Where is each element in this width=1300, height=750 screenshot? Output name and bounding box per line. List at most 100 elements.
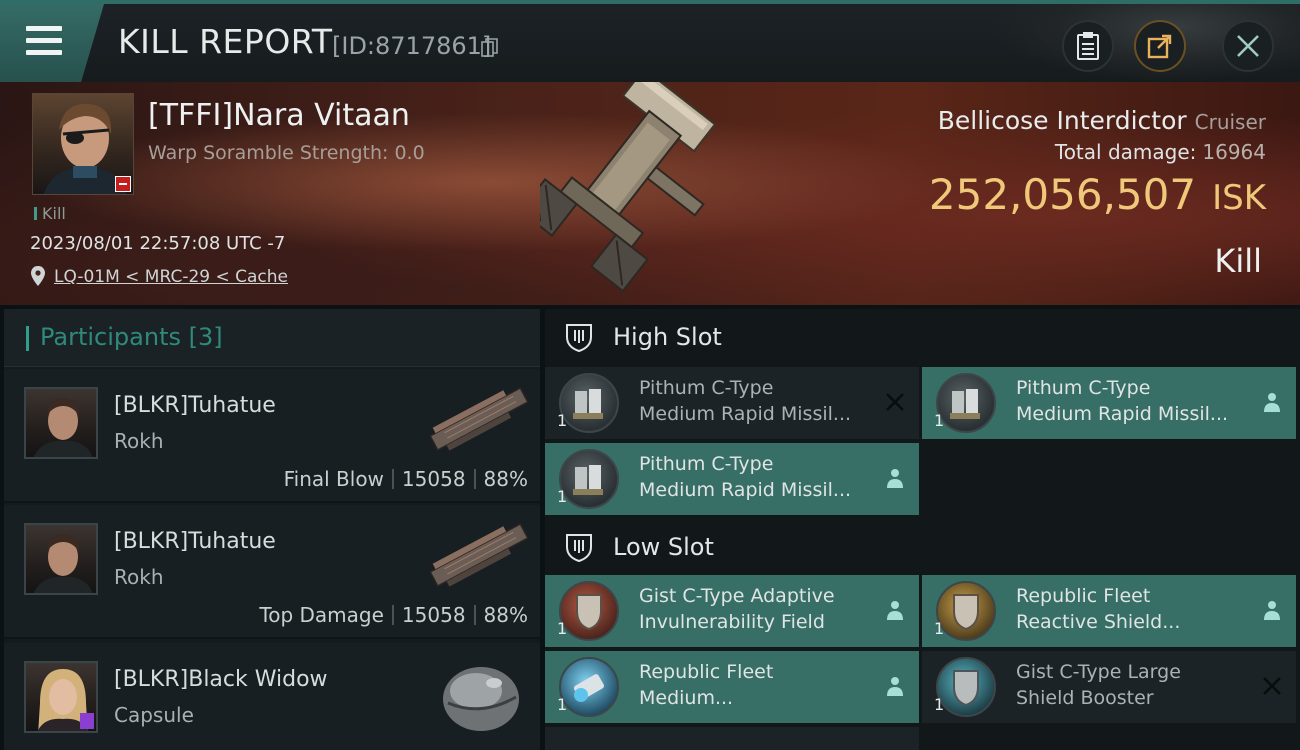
location-pin-icon [31,266,45,286]
participant-damage: 15058 [401,467,466,491]
victim-ship-name[interactable]: Bellicose Interdictor Cruiser [938,106,1266,135]
module-name: Republic Fleet Medium... [639,659,879,711]
module-card[interactable]: 1 Republic Fleet Medium... [545,651,919,723]
module-name-line1: Gist C-Type Adaptive [639,585,835,607]
share-external-icon [1147,34,1172,59]
module-name-line1: Republic Fleet [639,661,774,683]
menu-button[interactable] [0,4,104,82]
dropped-person-icon [1264,601,1280,620]
missile-launcher-icon [936,373,996,433]
module-card[interactable]: 1 Gist C-Type Large Shield Booster [922,651,1296,723]
participant-stats: Final Blow 15058 88% [284,467,528,491]
participant-name[interactable]: [BLKR]Tuhatue [114,393,276,418]
clipboard-button[interactable] [1062,20,1114,72]
close-button[interactable] [1222,20,1274,72]
isk-value: 252,056,507 ISK [929,170,1266,219]
copy-icon[interactable] [481,38,499,58]
module-name-line2: Medium Rapid Missil... [639,403,852,425]
module-card[interactable]: 1 Pithum C-Type Medium Rapid Missil... [545,443,919,515]
clipboard-icon [1077,32,1099,60]
participant-row[interactable]: [BLKR]Black Widow Capsule [4,643,540,750]
shield-module-icon [936,581,996,641]
shield-extender-icon [559,657,619,717]
participant-percent: 88% [483,603,528,627]
dropped-person-icon [1264,393,1280,412]
participant-row[interactable]: [BLKR]Tuhatue Rokh Top Damage 15058 88% [4,505,540,639]
victim-ship-image [540,82,717,293]
capsule-image [443,667,519,731]
participant-ship-image [429,522,529,588]
report-id: [ID:8717861] [332,32,492,60]
low-slot-icon [566,534,592,563]
participants-label: Participants [40,323,181,351]
participant-stats: Top Damage 15058 88% [259,603,528,627]
participant-name[interactable]: [BLKR]Tuhatue [114,529,276,554]
module-card[interactable]: 1 Pithum C-Type Medium Rapid Missil... [545,367,919,439]
shield-booster-icon [936,657,996,717]
participants-count: [3] [188,323,223,351]
module-name-line1: Republic Fleet [1016,585,1151,607]
module-name: Gist C-Type Adaptive Invulnerability Fie… [639,583,879,635]
warp-scramble-strength: Warp Soramble Strength: 0.0 [148,142,425,164]
participant-name[interactable]: [BLKR]Black Widow [114,667,328,692]
low-slot-header: Low Slot [545,519,1300,575]
dropped-person-icon [887,677,903,696]
stat-divider [473,605,476,625]
dropped-person-icon [887,601,903,620]
high-slot-header: High Slot [545,309,1300,365]
participant-ship-image [429,386,529,452]
fitting-panel: High Slot 1 Pithum C-Type Medium Rapid M… [545,309,1300,750]
module-name-line1: Pithum C-Type [639,453,774,475]
module-card-partial[interactable] [545,727,919,750]
victim-name[interactable]: [TFFI]Nara Vitaan [148,98,410,133]
module-quantity: 1 [934,619,945,638]
kill-type-label: Kill [1214,242,1262,280]
low-slot-label: Low Slot [613,533,714,561]
kill-tag: Kill [34,204,66,223]
share-button[interactable] [1134,20,1186,72]
high-slot-icon [566,324,592,353]
module-name: Pithum C-Type Medium Rapid Missil... [639,451,879,503]
kill-location-link[interactable]: LQ-01M < MRC-29 < Cache [54,267,288,287]
module-name: Pithum C-Type Medium Rapid Missil... [1016,375,1256,427]
participant-avatar[interactable] [24,523,98,595]
participant-avatar[interactable] [24,387,98,459]
participant-portrait [33,397,93,457]
module-quantity: 1 [557,411,568,430]
dropped-person-icon [887,469,903,488]
stat-divider [473,469,476,489]
module-card[interactable]: 1 Gist C-Type Adaptive Invulnerability F… [545,575,919,647]
module-name-line2: Reactive Shield... [1016,611,1181,633]
participant-role: Final Blow [283,467,384,491]
total-damage-value: 16964 [1202,140,1266,164]
module-quantity: 1 [557,695,568,714]
stat-divider [391,469,394,489]
module-name-line2: Medium... [639,687,734,709]
participants-header: Participants [3] [4,309,540,367]
kill-timestamp: 2023/08/01 22:57:08 UTC -7 [30,233,286,254]
page-title: KILL REPORT [118,22,333,61]
module-name: Gist C-Type Large Shield Booster [1016,659,1256,711]
module-quantity: 1 [557,487,568,506]
hamburger-menu-icon[interactable] [26,26,62,56]
missile-launcher-icon [559,373,619,433]
missile-launcher-icon [559,449,619,509]
participant-avatar[interactable] [24,661,98,733]
participant-ship: Rokh [114,429,164,453]
module-card[interactable]: 1 Pithum C-Type Medium Rapid Missil... [922,367,1296,439]
participant-role: Top Damage [259,603,384,627]
total-damage-label: Total damage: [1054,140,1197,164]
stat-divider [391,605,394,625]
victim-banner: [TFFI]Nara Vitaan Warp Soramble Strength… [0,82,1300,305]
destroyed-x-icon [886,393,904,411]
isk-unit: ISK [1212,178,1266,218]
participant-row[interactable]: [BLKR]Tuhatue Rokh Final Blow 15058 88% [4,369,540,503]
module-name-line1: Gist C-Type Large [1016,661,1181,683]
destroyed-x-icon [1263,677,1281,695]
victim-portrait[interactable] [32,93,134,195]
module-card[interactable]: 1 Republic Fleet Reactive Shield... [922,575,1296,647]
module-name-line2: Medium Rapid Missil... [1016,403,1229,425]
ship-class: Cruiser [1194,110,1266,134]
participant-percent: 88% [483,467,528,491]
module-quantity: 1 [934,411,945,430]
